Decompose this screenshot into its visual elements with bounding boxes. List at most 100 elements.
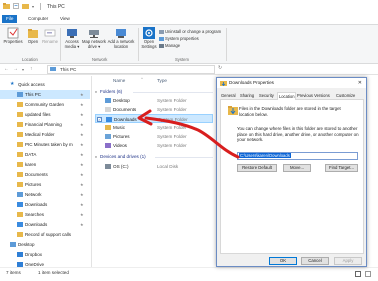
sidebar-item-label: This PC [25,92,42,97]
rename-button[interactable]: Rename [41,27,59,45]
ribbon-divider [60,28,61,61]
sidebar-item[interactable]: Desktop [0,240,90,249]
row-checkbox[interactable]: ✓ [97,117,102,122]
folder-row[interactable]: Desktop System Folder [95,96,213,105]
pin-icon: ★ [80,182,84,187]
tab-computer[interactable]: Computer [24,15,52,23]
new-folder-quick-icon[interactable] [22,3,29,11]
folder-row[interactable]: Music System Folder [95,123,213,132]
chevron-down-icon[interactable]: ▾ [32,4,34,9]
sidebar-item-label: Financial Planning [25,122,62,127]
folder-row[interactable]: Documents System Folder [95,105,213,114]
large-icons-view-icon[interactable] [365,271,371,277]
manage-icon [159,43,164,48]
folder-download-icon [220,80,227,90]
sidebar-item[interactable]: Financial Planning ★ [0,120,90,129]
sidebar-item[interactable]: Network ★ [0,190,90,199]
tab-view[interactable]: View [56,15,74,23]
pin-icon: ★ [80,142,84,147]
system-properties-icon [159,36,164,41]
address-input[interactable]: This PC [47,65,215,74]
tab-general[interactable]: General [221,92,236,100]
tab-file[interactable]: File [2,15,18,23]
sidebar-item[interactable]: DATA ★ [0,150,90,159]
dialog-tabs: General Sharing Security Location Previo… [220,92,364,100]
sidebar-item[interactable]: updated files ★ [0,110,90,119]
tab-location[interactable]: Location [277,92,297,100]
refresh-icon[interactable]: ↻ [218,65,222,71]
system-properties-button[interactable]: System properties [159,36,199,41]
tab-sharing[interactable]: Sharing [240,92,254,100]
forward-arrow-icon[interactable]: → [13,66,18,72]
cancel-button[interactable]: Cancel [301,257,329,265]
sidebar-item[interactable]: Searches ★ [0,210,90,219]
folder-row[interactable]: Pictures System Folder [95,132,213,141]
open-button[interactable]: Open [26,27,40,45]
sidebar-item[interactable]: Pictures ★ [0,180,90,189]
map-network-drive-button[interactable]: Map network drive ▾ [82,27,106,50]
sidebar-item[interactable]: karen ★ [0,160,90,169]
sidebar-item[interactable]: This PC ★ [0,90,90,99]
apply-button[interactable]: Apply [334,257,362,265]
collapse-chevron-icon[interactable]: v [95,154,97,159]
sidebar-item[interactable]: Medical Folder ★ [0,130,90,139]
column-type-header[interactable]: Type [157,78,167,83]
up-arrow-icon[interactable]: ↑ [30,66,33,72]
folder-row[interactable]: Videos System Folder [95,141,213,150]
sidebar-item[interactable]: ★ Quick access [0,80,90,89]
uninstall-program-button[interactable]: Uninstall or change a program [159,29,221,34]
tab-previous-versions[interactable]: Previous Versions [297,92,330,100]
sidebar-item[interactable]: Community Garden ★ [0,100,90,109]
details-view-icon[interactable] [355,271,361,277]
move-button[interactable]: Move... [283,164,311,172]
find-target-button[interactable]: Find Target... [325,164,358,172]
ok-button[interactable]: OK [269,257,297,265]
back-arrow-icon[interactable]: ← [4,66,9,72]
sidebar-item[interactable]: Documents ★ [0,170,90,179]
recent-dropdown-icon[interactable]: ▾ [22,67,24,72]
sidebar-item[interactable]: Downloads ★ [0,220,90,229]
map-network-drive-label: Map network drive ▾ [82,39,106,49]
folder-icon [105,107,111,112]
sidebar-item[interactable]: Dropbox [0,250,90,259]
uninstall-label: Uninstall or change a program [165,29,222,34]
ribbon-tabs: File Computer View [0,14,378,24]
address-bar: ← → ▾ ↑ This PC ↻ [0,64,378,75]
breadcrumb-this-pc[interactable]: This PC [60,67,76,72]
sidebar-item-label: Documents [25,172,48,177]
group-folders-header[interactable]: Folders (6) [100,89,122,94]
tab-security[interactable]: Security [259,92,274,100]
sidebar-item-label: DATA [25,152,37,157]
add-network-location-button[interactable]: Add a network location [106,27,136,50]
access-media-button[interactable]: Access media ▾ [62,27,82,50]
folder-row[interactable]: ✓ Downloads System Folder [95,114,213,123]
sidebar-item[interactable]: Record of support calls [0,230,90,239]
ribbon-divider [138,28,139,61]
open-settings-button[interactable]: Open Settings [140,27,158,50]
computer-icon [50,67,56,71]
pin-icon: ★ [80,192,84,197]
location-tab-panel: Files in the Downloads folder are stored… [220,100,364,254]
properties-button[interactable]: Properties [3,27,23,45]
tab-customize[interactable]: Customize [336,92,355,100]
sidebar-item[interactable]: Downloads ★ [0,200,90,209]
sidebar-item[interactable]: PIC Minutes taken by m ★ [0,140,90,149]
properties-quick-icon[interactable] [13,3,19,11]
pin-icon: ★ [80,222,84,227]
properties-icon [7,27,19,39]
folder-icon [17,102,23,107]
manage-button[interactable]: Manage [159,43,180,48]
dialog-title: Downloads Properties [229,80,274,85]
sidebar-item-label: updated files [25,112,51,117]
network-icon [17,192,23,197]
folder-name: Videos [113,143,127,148]
sidebar-item-label: Network [25,192,42,197]
location-path-input[interactable]: C:\Users\karen\Downloads [237,152,358,160]
drive-row[interactable]: OS (C:) Local Disk [95,162,213,171]
close-icon[interactable]: ✕ [358,78,362,88]
group-devices-header[interactable]: Devices and drives (1) [100,154,146,159]
collapse-chevron-icon[interactable]: v [95,89,97,94]
column-name-header[interactable]: Name [113,78,125,83]
dialog-title-bar[interactable]: Downloads Properties ✕ [217,78,366,88]
restore-default-button[interactable]: Restore Default [237,164,277,172]
